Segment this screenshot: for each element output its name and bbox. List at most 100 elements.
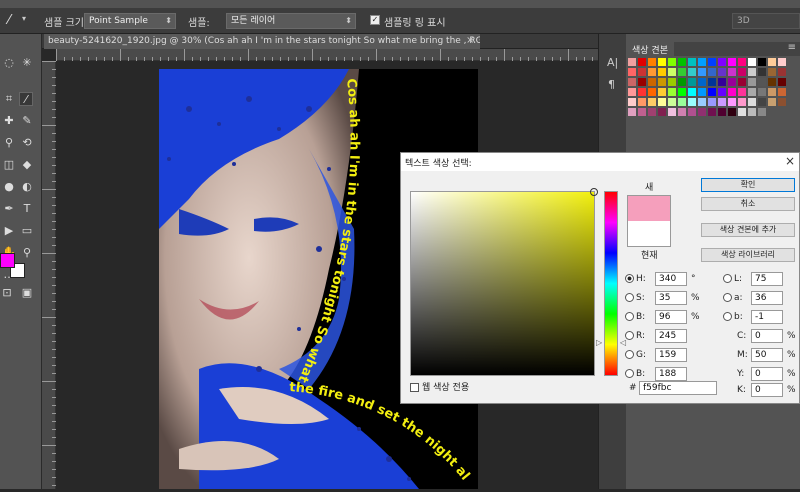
blue-radio[interactable] (625, 369, 634, 378)
hue-radio[interactable] (625, 274, 634, 283)
blur-tool-icon[interactable]: ● (2, 180, 16, 194)
swatch[interactable] (688, 78, 696, 86)
swatch[interactable] (728, 98, 736, 106)
swatch[interactable] (658, 68, 666, 76)
swatch[interactable] (758, 108, 766, 116)
current-color-preview[interactable] (627, 221, 671, 247)
brightness-radio[interactable] (625, 312, 634, 321)
swatch[interactable] (698, 58, 706, 66)
shape-tool-icon[interactable]: ▭ (20, 224, 34, 238)
lasso-tool-icon[interactable]: ◌ (2, 56, 16, 70)
close-icon[interactable]: × (785, 154, 795, 168)
saturation-input[interactable]: 35 (655, 291, 687, 305)
swatch[interactable] (748, 78, 756, 86)
swatch[interactable] (708, 108, 716, 116)
swatch[interactable] (758, 68, 766, 76)
green-input[interactable]: 159 (655, 348, 687, 362)
type-tool-icon[interactable]: T (20, 202, 34, 216)
swatch[interactable] (678, 78, 686, 86)
sample-size-select[interactable]: Point Sample ⬍ (84, 13, 176, 29)
swatch[interactable] (648, 58, 656, 66)
swatch[interactable] (728, 58, 736, 66)
swatch[interactable] (638, 78, 646, 86)
swatch[interactable] (738, 98, 746, 106)
swatch[interactable] (768, 68, 776, 76)
swatch[interactable] (718, 78, 726, 86)
swatch[interactable] (758, 78, 766, 86)
brush-tool-icon[interactable]: ✎ (20, 114, 34, 128)
swatch[interactable] (698, 68, 706, 76)
ok-button[interactable]: 확인 (701, 178, 795, 192)
close-tab-icon[interactable]: × (466, 35, 474, 46)
swatch[interactable] (648, 78, 656, 86)
swatch[interactable] (628, 98, 636, 106)
swatch[interactable] (718, 88, 726, 96)
swatch[interactable] (748, 88, 756, 96)
red-input[interactable]: 245 (655, 329, 687, 343)
swatch[interactable] (748, 68, 756, 76)
swatch[interactable] (748, 98, 756, 106)
swatch[interactable] (688, 108, 696, 116)
lab-l-radio[interactable] (723, 274, 732, 283)
field-picker-circle[interactable] (590, 188, 598, 196)
zoom-tool-icon[interactable]: ⚲ (20, 246, 34, 260)
healing-tool-icon[interactable]: ✚ (2, 114, 16, 128)
swatch[interactable] (768, 78, 776, 86)
green-radio[interactable] (625, 350, 634, 359)
character-panel-icon[interactable]: A| (607, 56, 618, 69)
paint-bucket-tool-icon[interactable]: ◆ (20, 158, 34, 172)
swatch[interactable] (778, 98, 786, 106)
saturation-brightness-field[interactable] (410, 188, 598, 376)
swatch[interactable] (658, 58, 666, 66)
lab-b-radio[interactable] (723, 312, 732, 321)
swatch[interactable] (708, 78, 716, 86)
swatch[interactable] (668, 68, 676, 76)
swatch[interactable] (708, 88, 716, 96)
swatch[interactable] (688, 88, 696, 96)
cancel-button[interactable]: 취소 (701, 197, 795, 211)
panel-menu-icon[interactable]: ≡ (788, 42, 796, 53)
hue-slider[interactable] (604, 191, 618, 376)
black-input[interactable]: 0 (751, 383, 783, 397)
pen-tool-icon[interactable]: ✒ (2, 202, 16, 216)
swatch[interactable] (638, 88, 646, 96)
web-colors-only-checkbox[interactable] (410, 383, 419, 392)
history-brush-tool-icon[interactable]: ⟲ (20, 136, 34, 150)
swatch[interactable] (688, 68, 696, 76)
lab-a-radio[interactable] (723, 293, 732, 302)
swatch[interactable] (738, 58, 746, 66)
hue-slider-left-arrow[interactable]: ▷ (596, 338, 602, 347)
swatch[interactable] (668, 98, 676, 106)
swatch[interactable] (678, 108, 686, 116)
color-libraries-button[interactable]: 색상 라이브러리 (701, 248, 795, 262)
swatch[interactable] (718, 98, 726, 106)
swatch[interactable] (668, 58, 676, 66)
swatch[interactable] (728, 88, 736, 96)
swatch[interactable] (738, 68, 746, 76)
add-to-swatches-button[interactable]: 색상 견본에 추가 (701, 223, 795, 237)
swatch[interactable] (648, 98, 656, 106)
screen-mode-icon[interactable]: ▣ (20, 286, 34, 300)
lab-b-input[interactable]: -1 (751, 310, 783, 324)
swatch[interactable] (678, 88, 686, 96)
swatch[interactable] (708, 98, 716, 106)
swatch[interactable] (658, 98, 666, 106)
swatch[interactable] (668, 88, 676, 96)
swatch[interactable] (638, 58, 646, 66)
swatch[interactable] (698, 78, 706, 86)
swatch[interactable] (678, 68, 686, 76)
swatch[interactable] (778, 58, 786, 66)
menu-bar[interactable] (0, 0, 800, 8)
workspace-select[interactable]: 3D (732, 13, 800, 29)
swatch[interactable] (698, 108, 706, 116)
blue-input[interactable]: 188 (655, 367, 687, 381)
magic-wand-tool-icon[interactable]: ✳ (20, 56, 34, 70)
swatch[interactable] (688, 58, 696, 66)
swatch[interactable] (708, 58, 716, 66)
swatch[interactable] (638, 108, 646, 116)
foreground-color-swatch[interactable] (0, 253, 15, 268)
swatch[interactable] (768, 58, 776, 66)
swatch[interactable] (708, 68, 716, 76)
swatch[interactable] (628, 108, 636, 116)
swatch[interactable] (648, 68, 656, 76)
